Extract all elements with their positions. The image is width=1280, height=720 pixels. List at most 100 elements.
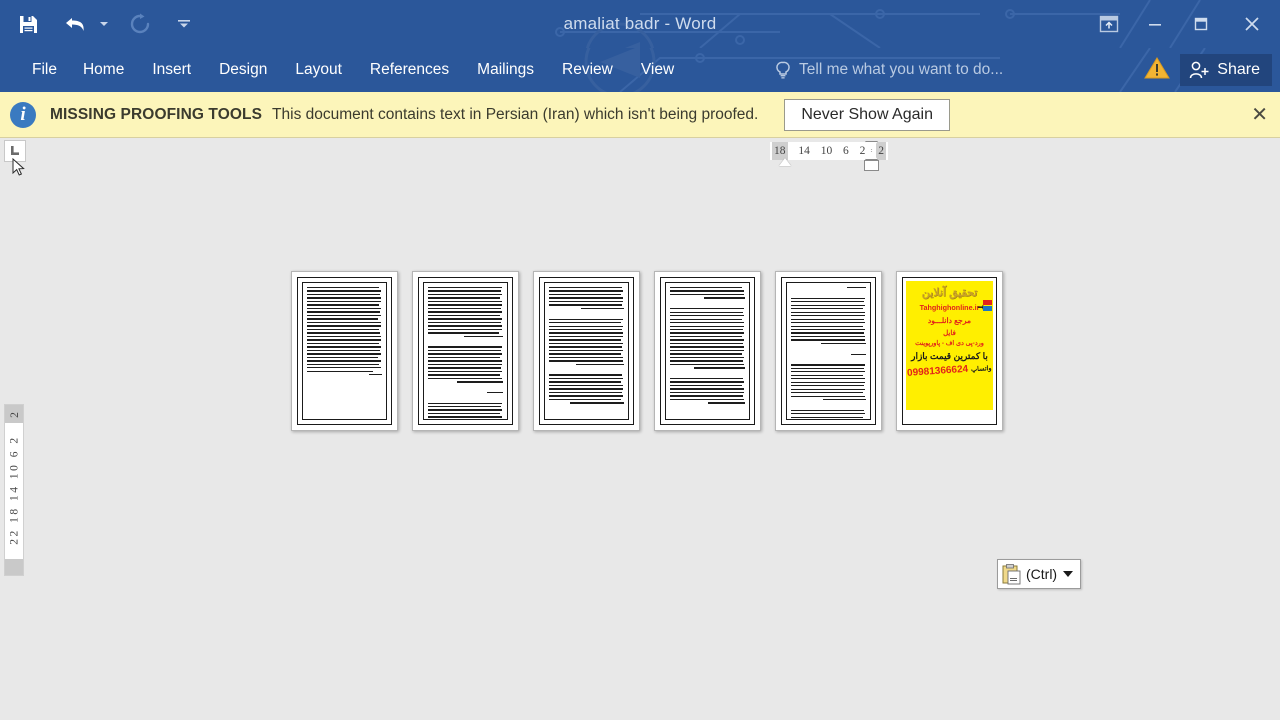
chevron-down-icon — [178, 20, 190, 28]
tab-review[interactable]: Review — [548, 48, 627, 92]
message-bar-title: MISSING PROOFING TOOLS — [50, 105, 263, 123]
ad-whatsapp-text: واتساپ — [970, 365, 993, 374]
telegram-icon — [983, 306, 992, 312]
ribbon-tabs: File Home Insert Design Layout Reference… — [20, 48, 688, 92]
tab-file[interactable]: File — [20, 48, 69, 92]
close-button[interactable] — [1224, 0, 1280, 48]
page-thumbnail-1[interactable] — [291, 271, 398, 431]
minimize-icon — [1149, 24, 1161, 26]
ad-price-text: با کمترین قیمت بازار — [911, 351, 988, 362]
restore-button[interactable] — [1178, 0, 1224, 48]
advertisement-banner: تحقیق آنلاین Tahghighonline.ir ➞ مرجع دا… — [906, 281, 993, 410]
message-bar-close-button[interactable]: ✕ — [1251, 105, 1268, 125]
ribbon-right-group: Share — [1144, 48, 1272, 92]
tab-home[interactable]: Home — [69, 48, 138, 92]
quick-access-toolbar — [0, 0, 192, 48]
instagram-icon — [983, 300, 992, 306]
chevron-down-icon — [1063, 571, 1074, 577]
tell-me-placeholder-text: Tell me what you want to do... — [799, 61, 1004, 78]
title-bar: amaliat badr - Word — [0, 0, 1280, 48]
tab-insert[interactable]: Insert — [138, 48, 205, 92]
tab-view[interactable]: View — [627, 48, 688, 92]
save-button[interactable] — [8, 4, 48, 44]
text-block — [307, 287, 382, 376]
ad-file-text: فایل — [943, 330, 956, 338]
clipboard-icon — [1002, 563, 1021, 584]
page-border-outer — [539, 277, 634, 425]
tab-mailings[interactable]: Mailings — [463, 48, 548, 92]
window-controls — [1086, 0, 1280, 48]
tab-design[interactable]: Design — [205, 48, 281, 92]
text-block — [428, 287, 503, 419]
redo-icon — [130, 13, 150, 34]
warning-triangle-icon — [1144, 56, 1171, 78]
share-button[interactable]: Share — [1180, 54, 1272, 86]
page-border-outer — [660, 277, 755, 425]
redo-button[interactable] — [120, 4, 160, 44]
ad-formats-text: ورد-پی دی اف - پاورپوینت — [915, 340, 984, 348]
restore-icon — [1194, 17, 1208, 31]
ad-phone-row: واتساپ 09981366624 — [907, 362, 992, 379]
undo-dropdown-arrow[interactable] — [96, 4, 112, 44]
mouse-cursor-icon — [12, 158, 25, 176]
minimize-button[interactable] — [1132, 0, 1178, 48]
customize-quick-access-button[interactable] — [176, 4, 192, 44]
ribbon-tab-strip: File Home Insert Design Layout Reference… — [0, 48, 1280, 92]
ad-website-row: Tahghighonline.ir ➞ — [906, 300, 993, 313]
text-block — [670, 287, 745, 404]
left-tab-icon — [11, 146, 19, 155]
message-bar-text: This document contains text in Persian (… — [272, 105, 759, 123]
vruler-top-tick: 2 — [9, 412, 21, 418]
page-border-inner — [423, 282, 508, 420]
page-border-inner — [665, 282, 750, 420]
page-thumbnail-6[interactable]: تحقیق آنلاین Tahghighonline.ir ➞ مرجع دا… — [896, 271, 1003, 431]
text-block — [549, 287, 624, 404]
chevron-down-icon — [100, 22, 108, 26]
hruler-tick-2a: 2 — [859, 145, 866, 157]
paste-options-button[interactable]: (Ctrl) — [997, 559, 1082, 589]
ad-website-text: Tahghighonline.ir — [919, 303, 980, 313]
vruler-bottom-margin — [5, 559, 23, 575]
hruler-tick-10: 10 — [820, 145, 833, 157]
vruler-ticks: 22 18 14 10 6 2 — [9, 435, 21, 545]
page-border-outer — [418, 277, 513, 425]
page-border-inner — [302, 282, 387, 420]
page-thumbnails: تحقیق آنلاین Tahghighonline.ir ➞ مرجع دا… — [291, 271, 1003, 431]
page-border-outer — [781, 277, 876, 425]
lightbulb-icon — [776, 61, 790, 79]
page-thumbnail-2[interactable] — [412, 271, 519, 431]
close-icon — [1245, 17, 1259, 31]
ribbon-display-icon — [1099, 15, 1119, 33]
ad-logo-text: تحقیق آنلاین — [921, 287, 978, 299]
vertical-ruler[interactable]: 2 22 18 14 10 6 2 — [4, 404, 24, 576]
share-person-icon — [1190, 61, 1209, 79]
save-icon — [19, 15, 37, 33]
first-line-indent-marker[interactable] — [779, 158, 791, 166]
ad-reference-text: مرجع دانلـــود — [927, 316, 972, 326]
never-show-again-button[interactable]: Never Show Again — [784, 98, 950, 131]
hruler-tick-6: 6 — [843, 145, 849, 157]
warning-button[interactable] — [1144, 56, 1171, 85]
paste-options-label: (Ctrl) — [1026, 566, 1058, 582]
hruler-tick-14: 14 — [798, 145, 810, 157]
page-border-inner — [786, 282, 871, 420]
ribbon-display-options-button[interactable] — [1086, 0, 1132, 48]
tell-me-search[interactable]: Tell me what you want to do... — [775, 48, 1003, 92]
message-bar: i MISSING PROOFING TOOLS This document c… — [0, 92, 1280, 138]
undo-button[interactable] — [56, 4, 96, 44]
tab-layout[interactable]: Layout — [281, 48, 356, 92]
undo-icon — [66, 18, 84, 31]
text-block — [791, 287, 866, 419]
page-thumbnail-5[interactable] — [775, 271, 882, 431]
page-thumbnail-3[interactable] — [533, 271, 640, 431]
ad-phone-number: 09981366624 — [906, 363, 969, 380]
tab-references[interactable]: References — [356, 48, 463, 92]
left-indent-box-marker[interactable] — [864, 160, 879, 171]
hruler-tick-2b: 2 — [876, 142, 886, 160]
info-icon: i — [10, 101, 36, 128]
social-icons — [983, 300, 992, 312]
share-label: Share — [1217, 61, 1260, 78]
page-border-outer — [297, 277, 392, 425]
page-border-inner — [544, 282, 629, 420]
page-thumbnail-4[interactable] — [654, 271, 761, 431]
